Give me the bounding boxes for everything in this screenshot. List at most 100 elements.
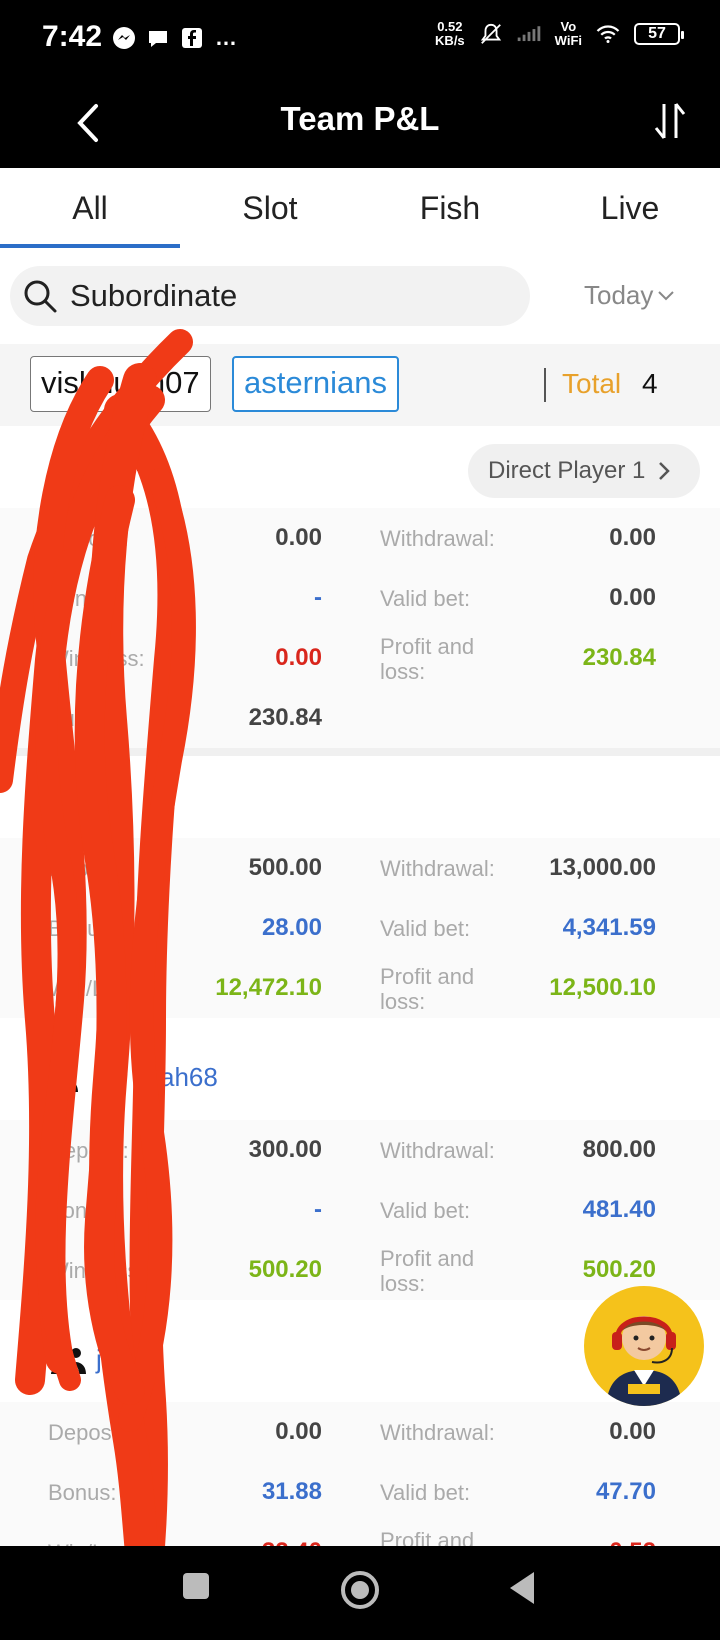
- divider: [544, 368, 546, 402]
- stats-row: Bonus: 28.00 Valid bet: 4,341.59: [0, 898, 720, 958]
- search-row: Today: [0, 248, 720, 344]
- member-name[interactable]: j l12: [96, 1344, 144, 1375]
- status-time: 7:42: [42, 20, 103, 53]
- team-icon: [43, 781, 78, 810]
- category-tabs: All Slot Fish Live: [0, 168, 720, 248]
- win-loss-label: Win/Loss:: [48, 646, 145, 671]
- valid-bet-value: 47.70: [595, 1478, 656, 1505]
- valid-bet-label: Valid bet:: [380, 916, 471, 941]
- net-speed-unit: KB/s: [435, 33, 465, 48]
- tab-live[interactable]: Live: [540, 168, 720, 248]
- withdrawal-label: Withdrawal:: [380, 1138, 495, 1163]
- valid-bet-value: 481.40: [582, 1196, 656, 1223]
- deposit-value: 0.00: [275, 1418, 322, 1445]
- wifi-icon: [596, 22, 620, 46]
- net-speed-value: 0.52: [437, 19, 463, 34]
- sub-value: 230.84: [248, 704, 322, 731]
- home-button[interactable]: [340, 1570, 380, 1610]
- page-title: Team P&L: [280, 100, 440, 137]
- stats-row: Win/Loss: 500.20 Profit and loss: 500.20: [0, 1240, 720, 1300]
- breadcrumb-item-root[interactable]: vishnuun07: [30, 356, 211, 412]
- member-stats: Deposit: 300.00 Withdrawal: 800.00 Bonus…: [0, 1120, 720, 1300]
- messenger-icon: [112, 26, 136, 50]
- bonus-value: -: [314, 584, 322, 611]
- member-card: asternians Direct Player 1 Deposit: 0.00…: [0, 426, 720, 756]
- bonus-value: -: [314, 1196, 322, 1223]
- more-icon: …: [215, 25, 237, 50]
- system-icons: 0.52 KB/s Vo WiFi 57: [435, 20, 684, 48]
- battery-icon: 57: [634, 23, 684, 45]
- deposit-value: 300.00: [248, 1136, 322, 1163]
- notification-icons: …: [112, 25, 238, 50]
- facebook-icon: [180, 26, 204, 50]
- valid-bet-label: Valid bet:: [380, 1480, 471, 1505]
- recent-apps-button[interactable]: [180, 1570, 212, 1602]
- deposit-value: 500.00: [248, 854, 322, 881]
- breadcrumb-item-current[interactable]: asternians: [232, 356, 400, 412]
- vowifi-indicator: Vo WiFi: [555, 20, 582, 48]
- tab-all[interactable]: All: [0, 168, 180, 248]
- withdrawal-label: Withdrawal:: [380, 526, 495, 551]
- direct-player-label: Direct Player 1: [488, 457, 646, 484]
- sub-label: Sub:: [48, 706, 94, 731]
- stats-row: Win/Loss: 0.00 Profit and loss: 230.84: [0, 628, 720, 688]
- stats-row: Sub: 230.84: [0, 688, 720, 748]
- bonus-label: Bonus:: [48, 916, 117, 941]
- vowifi-top: Vo: [560, 19, 577, 34]
- stats-row: Deposit: 0.00 Withdrawal: 0.00: [0, 508, 720, 568]
- system-nav-bar: [0, 1546, 720, 1640]
- profit-loss-value: 500.20: [582, 1256, 656, 1283]
- withdrawal-value: 0.00: [609, 524, 656, 551]
- team-icon: [51, 1345, 86, 1374]
- tab-slot[interactable]: Slot: [180, 168, 360, 248]
- member-stats: Deposit: 0.00 Withdrawal: 0.00 Bonus: - …: [0, 508, 720, 748]
- net-speed: 0.52 KB/s: [435, 20, 465, 48]
- win-loss-value: 0.00: [275, 644, 322, 671]
- stats-row: Bonus: - Valid bet: 0.00: [0, 568, 720, 628]
- withdrawal-value: 800.00: [582, 1136, 656, 1163]
- deposit-value: 0.00: [275, 524, 322, 551]
- bonus-value: 28.00: [261, 914, 322, 941]
- search-box[interactable]: [10, 266, 530, 326]
- deposit-label: Deposit:: [48, 856, 129, 881]
- stats-row: Deposit: 300.00 Withdrawal: 800.00: [0, 1120, 720, 1180]
- deposit-label: Deposit:: [48, 1138, 129, 1163]
- member-name[interactable]: ah68: [160, 1062, 218, 1093]
- breadcrumb: vishnuun07 asternians Total 4: [0, 344, 720, 426]
- mute-icon: [479, 22, 503, 46]
- stats-row: Win/Loss: 12,472.10 Profit and loss: 12,…: [0, 958, 720, 1018]
- sort-icon: [654, 103, 686, 139]
- stats-row: Deposit: 0.00 Withdrawal: 0.00: [0, 1402, 720, 1462]
- member-stats: Deposit: 500.00 Withdrawal: 13,000.00 Bo…: [0, 838, 720, 1018]
- member-card: ah68 Deposit: 300.00 Withdrawal: 800.00 …: [0, 1038, 720, 1338]
- deposit-label: Deposit:: [48, 1420, 129, 1445]
- profit-loss-value: 12,500.10: [549, 974, 656, 1001]
- card-divider: [0, 748, 720, 756]
- win-loss-value: 500.20: [248, 1256, 322, 1283]
- stats-row: Bonus: - Valid bet: 481.40: [0, 1180, 720, 1240]
- total-label: Total: [562, 368, 622, 399]
- member-card: Deposit: 500.00 Withdrawal: 13,000.00 Bo…: [0, 756, 720, 1056]
- bonus-label: Bonus:: [48, 1480, 117, 1505]
- chat-icon: [146, 26, 170, 50]
- vowifi-bottom: WiFi: [554, 33, 582, 48]
- customer-support-button[interactable]: [584, 1286, 704, 1406]
- sort-button[interactable]: [650, 96, 690, 146]
- date-filter-label: Today: [584, 280, 654, 310]
- stats-row: Deposit: 500.00 Withdrawal: 13,000.00: [0, 838, 720, 898]
- direct-player-button[interactable]: Direct Player 1: [468, 444, 700, 498]
- profit-loss-value: 230.84: [582, 644, 656, 671]
- date-filter-dropdown[interactable]: Today: [584, 280, 675, 311]
- bonus-label: Bonus:: [48, 586, 117, 611]
- search-input[interactable]: [70, 278, 490, 314]
- signal-icon: [517, 22, 541, 46]
- win-loss-value: 12,472.10: [215, 974, 322, 1001]
- support-agent-icon: [586, 1288, 702, 1406]
- chevron-right-icon: [659, 462, 671, 480]
- back-nav-button[interactable]: [506, 1570, 538, 1606]
- valid-bet-label: Valid bet:: [380, 586, 471, 611]
- profit-loss-label: Profit and loss:: [380, 964, 475, 1014]
- withdrawal-value: 13,000.00: [549, 854, 656, 881]
- tab-fish[interactable]: Fish: [360, 168, 540, 248]
- member-name[interactable]: asternians: [50, 450, 161, 478]
